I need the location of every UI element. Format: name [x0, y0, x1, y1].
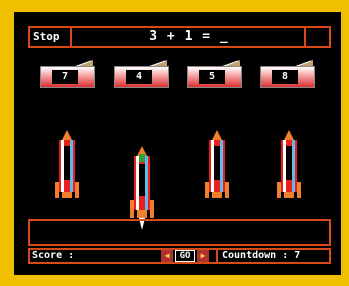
arrow-right-icon[interactable]: ▶	[197, 250, 209, 262]
answer-label: 8	[272, 70, 298, 84]
top-bar-end-cell	[306, 28, 329, 46]
go-control: ◀ GO ▶	[161, 250, 209, 262]
status-bar: Score : ◀ GO ▶ Countdown : 7	[28, 248, 331, 264]
answer-label: 4	[126, 70, 152, 84]
score-label: Score :	[32, 250, 75, 261]
top-bar: Stop 3 + 1 = _	[28, 26, 331, 48]
rocket-icon[interactable]	[276, 130, 302, 210]
answer-label: 5	[199, 70, 225, 84]
answer-trays: 7 4 5 8	[40, 58, 324, 90]
rocket-icon[interactable]	[54, 130, 80, 210]
countdown-label: Countdown : 7	[216, 250, 300, 262]
message-panel	[28, 219, 331, 246]
go-button[interactable]: GO	[175, 250, 195, 262]
answer-tray[interactable]: 7	[40, 58, 95, 90]
answer-tray[interactable]: 4	[114, 58, 169, 90]
answer-tray[interactable]: 5	[187, 58, 242, 90]
equation-display: 3 + 1 = _	[74, 28, 306, 46]
answer-label: 7	[52, 70, 78, 84]
arrow-left-icon[interactable]: ◀	[161, 250, 173, 262]
game-screen: Stop 3 + 1 = _ 7 4 5 8 Score: ◀ GO ▶ Co…	[14, 12, 341, 275]
rocket-icon[interactable]	[129, 146, 155, 230]
rocket-icon[interactable]	[204, 130, 230, 210]
stop-button[interactable]: Stop	[30, 28, 72, 46]
answer-tray[interactable]: 8	[260, 58, 315, 90]
